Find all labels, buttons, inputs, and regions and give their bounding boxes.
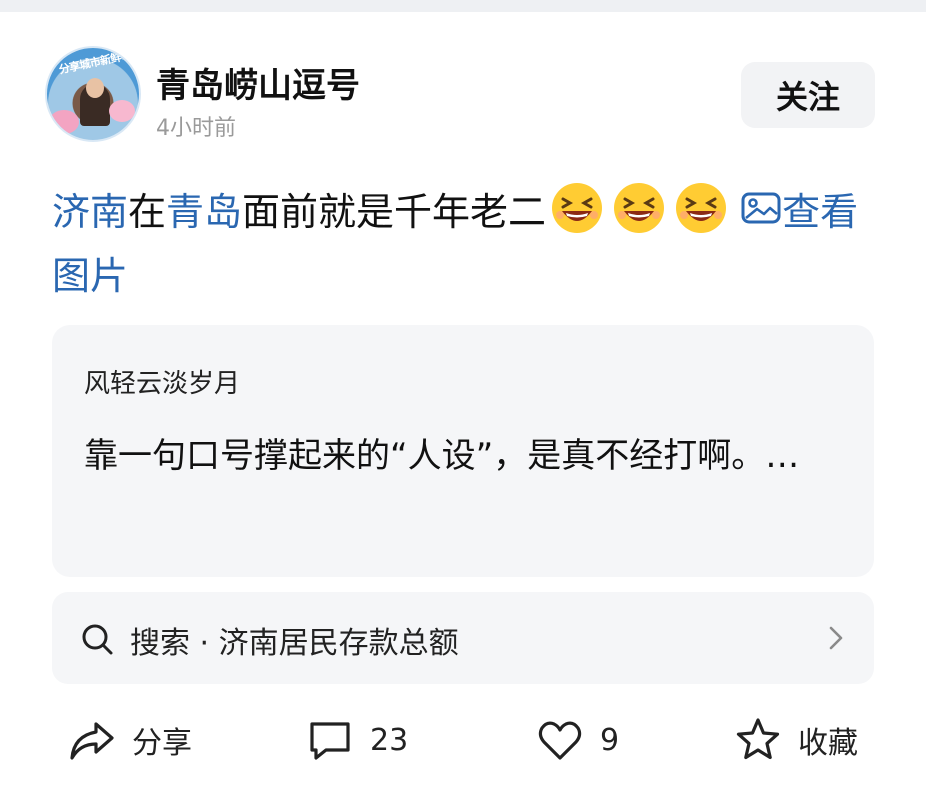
avatar-mascot-icon bbox=[109, 100, 135, 122]
topic-link-qingdao[interactable]: 青岛 bbox=[166, 190, 242, 234]
search-icon bbox=[82, 624, 113, 655]
share-button[interactable]: 分享 bbox=[68, 712, 192, 768]
quoted-comment-text: 靠一句口号撑起来的“人设”，是真不经打啊。… bbox=[84, 436, 800, 476]
grinning-squint-face-icon bbox=[550, 181, 604, 235]
share-label: 分享 bbox=[132, 726, 192, 761]
quoted-comment-card[interactable]: 风轻云淡岁月 靠一句口号撑起来的“人设”，是真不经打啊。… bbox=[52, 325, 874, 577]
chevron-right-icon bbox=[829, 626, 843, 650]
star-icon bbox=[736, 718, 780, 760]
avatar-caption: 分享城市新鲜事 bbox=[57, 48, 133, 77]
favorite-button[interactable]: 收藏 bbox=[734, 712, 858, 768]
heart-icon bbox=[538, 721, 582, 760]
quoted-comment-author: 风轻云淡岁月 bbox=[84, 369, 241, 399]
action-bar: 分享 23 9 收藏 bbox=[0, 712, 926, 772]
author-name[interactable]: 青岛崂山逗号 bbox=[156, 58, 360, 107]
post-content: 济南在青岛面前就是千年老二 查看图片 bbox=[52, 180, 882, 308]
grinning-squint-face-icon bbox=[612, 181, 666, 235]
comment-icon bbox=[310, 722, 350, 760]
post-card: 分享城市新鲜事 青岛崂山逗号 4小时前 关注 济南在青岛面前就是千年老二 查看图… bbox=[0, 12, 926, 786]
share-icon bbox=[70, 722, 114, 760]
comment-button[interactable]: 23 bbox=[306, 712, 408, 768]
grinning-squint-face-icon bbox=[674, 181, 728, 235]
post-text: 面前就是千年老二 bbox=[242, 190, 547, 234]
image-icon bbox=[741, 192, 781, 224]
comment-count: 23 bbox=[370, 722, 409, 758]
like-count: 9 bbox=[600, 722, 620, 758]
topic-link-jinan[interactable]: 济南 bbox=[52, 190, 128, 234]
post-time: 4小时前 bbox=[156, 116, 236, 141]
post-text: 在 bbox=[128, 190, 167, 234]
top-divider bbox=[0, 0, 926, 12]
avatar-face bbox=[86, 78, 104, 98]
related-search-card[interactable]: 搜索 · 济南居民存款总额 bbox=[52, 592, 874, 684]
avatar[interactable]: 分享城市新鲜事 bbox=[45, 46, 141, 142]
favorite-label: 收藏 bbox=[798, 726, 858, 761]
like-button[interactable]: 9 bbox=[536, 712, 619, 768]
related-search-text: 搜索 · 济南居民存款总额 bbox=[130, 626, 459, 661]
avatar-mascot-icon bbox=[49, 110, 79, 134]
follow-button[interactable]: 关注 bbox=[741, 62, 875, 128]
